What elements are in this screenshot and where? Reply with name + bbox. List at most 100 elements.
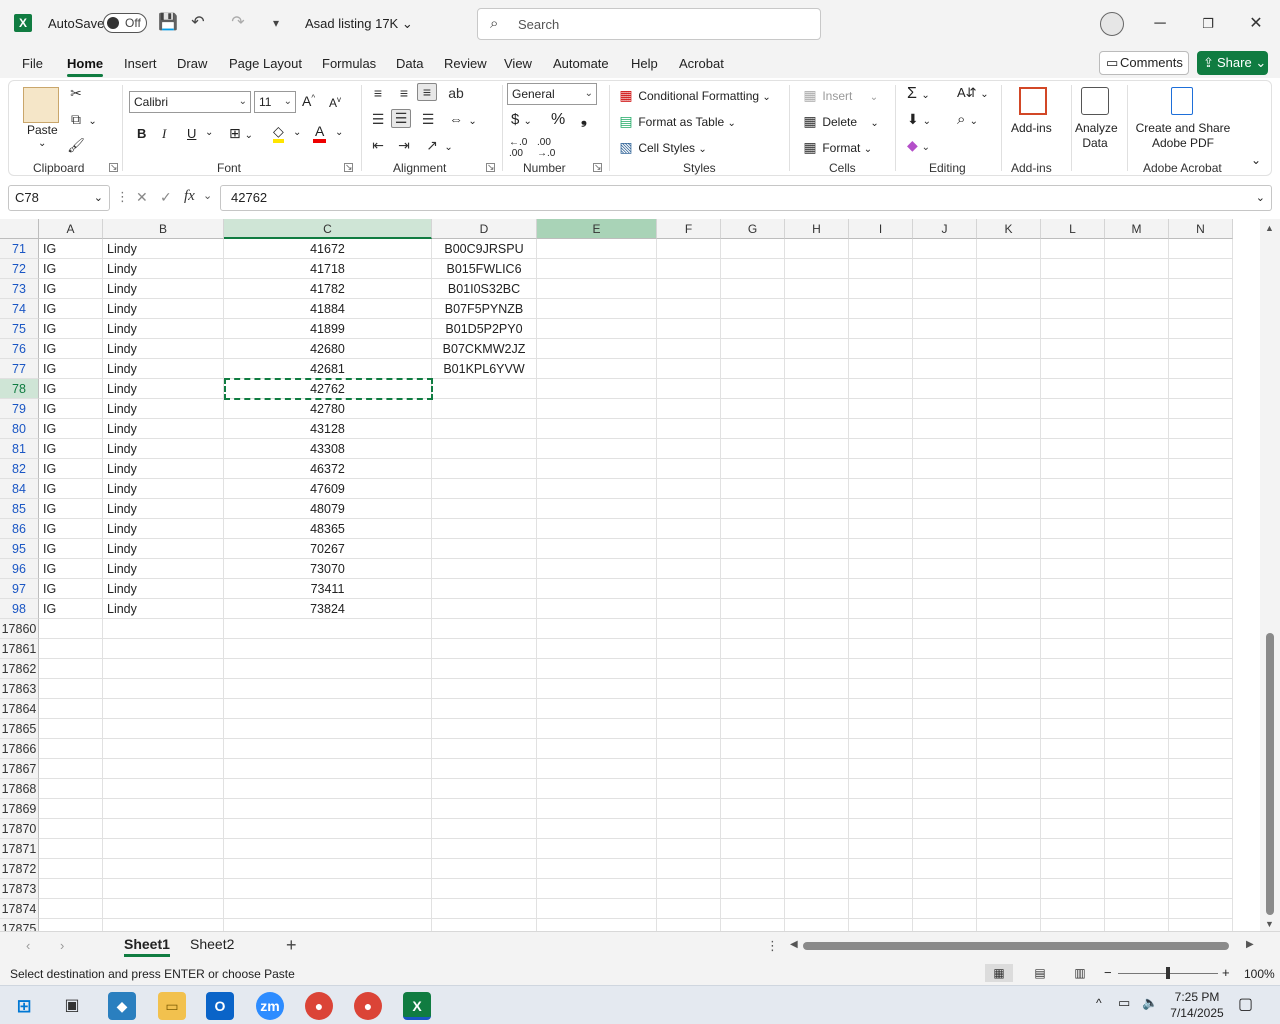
row-header[interactable]: 82: [0, 459, 39, 479]
comments-button[interactable]: ▭ Comments: [1099, 51, 1189, 75]
volume-icon[interactable]: 🔈: [1142, 995, 1158, 1011]
italic-button[interactable]: I: [162, 126, 166, 142]
cell-j[interactable]: [913, 699, 977, 719]
cell-h[interactable]: [785, 459, 849, 479]
cell-k[interactable]: [977, 439, 1041, 459]
cell-e[interactable]: [537, 299, 657, 319]
cell-d[interactable]: [432, 819, 537, 839]
cell-h[interactable]: [785, 499, 849, 519]
cell-l[interactable]: [1041, 419, 1105, 439]
cell-l[interactable]: [1041, 719, 1105, 739]
chevron-down-icon[interactable]: ⌄: [203, 189, 212, 202]
cell-j[interactable]: [913, 719, 977, 739]
cell-e[interactable]: [537, 479, 657, 499]
cell-i[interactable]: [849, 439, 913, 459]
paste-icon[interactable]: [23, 87, 59, 123]
chevron-down-icon[interactable]: ⌄: [335, 127, 343, 138]
cell-n[interactable]: [1169, 839, 1233, 859]
fill-icon[interactable]: ⬇ ⌄: [907, 111, 931, 128]
cell-m[interactable]: [1105, 839, 1169, 859]
cell-g[interactable]: [721, 279, 785, 299]
task-view-icon[interactable]: ▣: [58, 992, 86, 1020]
cell-l[interactable]: [1041, 579, 1105, 599]
cell-h[interactable]: [785, 339, 849, 359]
cell-g[interactable]: [721, 499, 785, 519]
cell-m[interactable]: [1105, 599, 1169, 619]
show-hidden-icons-icon[interactable]: ^: [1096, 996, 1102, 1010]
cell-k[interactable]: [977, 859, 1041, 879]
cell-f[interactable]: [657, 279, 721, 299]
name-box[interactable]: C78 ⌄: [8, 185, 110, 211]
customize-toolbar-icon[interactable]: ▾: [266, 13, 286, 33]
cell-e[interactable]: [537, 619, 657, 639]
cell-j[interactable]: [913, 819, 977, 839]
chevron-down-icon[interactable]: ⌄: [293, 127, 301, 138]
cell-b[interactable]: [103, 639, 224, 659]
cell-c[interactable]: [224, 779, 432, 799]
cell-h[interactable]: [785, 619, 849, 639]
cell-k[interactable]: [977, 239, 1041, 259]
zoom-in-icon[interactable]: +: [1222, 965, 1230, 980]
cell-m[interactable]: [1105, 459, 1169, 479]
cell-d[interactable]: [432, 639, 537, 659]
cell-c[interactable]: 47609: [224, 479, 432, 499]
cell-g[interactable]: [721, 599, 785, 619]
cell-k[interactable]: [977, 539, 1041, 559]
cell-i[interactable]: [849, 299, 913, 319]
cell-a[interactable]: IG: [39, 519, 103, 539]
row-header[interactable]: 76: [0, 339, 39, 359]
redo-icon[interactable]: ↷: [228, 13, 248, 33]
cell-g[interactable]: [721, 459, 785, 479]
cell-f[interactable]: [657, 719, 721, 739]
cell-a[interactable]: IG: [39, 339, 103, 359]
cell-l[interactable]: [1041, 859, 1105, 879]
cell-n[interactable]: [1169, 479, 1233, 499]
cell-g[interactable]: [721, 339, 785, 359]
tab-automate[interactable]: Automate: [553, 56, 609, 71]
cell-k[interactable]: [977, 839, 1041, 859]
zoom-app-icon[interactable]: zm: [256, 992, 284, 1020]
cell-f[interactable]: [657, 499, 721, 519]
cell-m[interactable]: [1105, 319, 1169, 339]
cell-c[interactable]: [224, 859, 432, 879]
cell-b[interactable]: Lindy: [103, 479, 224, 499]
cell-f[interactable]: [657, 919, 721, 931]
cell-g[interactable]: [721, 559, 785, 579]
cell-m[interactable]: [1105, 559, 1169, 579]
cell-g[interactable]: [721, 519, 785, 539]
cell-g[interactable]: [721, 679, 785, 699]
row-header[interactable]: 96: [0, 559, 39, 579]
cell-i[interactable]: [849, 699, 913, 719]
tab-help[interactable]: Help: [631, 56, 658, 71]
column-header-b[interactable]: B: [103, 219, 224, 239]
app-diamond-icon[interactable]: ◆: [108, 992, 136, 1020]
tab-data[interactable]: Data: [396, 56, 423, 71]
column-header-e[interactable]: E: [537, 219, 657, 239]
cell-j[interactable]: [913, 739, 977, 759]
cell-f[interactable]: [657, 899, 721, 919]
scroll-up-icon[interactable]: ▲: [1265, 223, 1274, 233]
cell-h[interactable]: [785, 679, 849, 699]
cut-icon[interactable]: ✂: [67, 85, 85, 102]
accounting-icon[interactable]: $ ⌄: [511, 111, 532, 128]
cell-i[interactable]: [849, 239, 913, 259]
cell-n[interactable]: [1169, 679, 1233, 699]
minimize-icon[interactable]: ─: [1148, 12, 1172, 36]
comma-style-icon[interactable]: ❟: [581, 111, 587, 128]
cell-j[interactable]: [913, 779, 977, 799]
cell-e[interactable]: [537, 799, 657, 819]
cell-g[interactable]: [721, 719, 785, 739]
cell-a[interactable]: IG: [39, 439, 103, 459]
cell-g[interactable]: [721, 739, 785, 759]
taskbar-clock[interactable]: 7:25 PM 7/14/2025: [1168, 989, 1226, 1021]
cell-m[interactable]: [1105, 659, 1169, 679]
cell-c[interactable]: 42680: [224, 339, 432, 359]
cell-a[interactable]: [39, 839, 103, 859]
spreadsheet-grid[interactable]: ABCDEFGHIJKLMN 71 IG Lindy 41672 B00C9JRSPU 7…: [0, 219, 1260, 931]
cell-j[interactable]: [913, 339, 977, 359]
increase-font-size-icon[interactable]: A^: [302, 93, 315, 109]
cell-a[interactable]: IG: [39, 279, 103, 299]
row-header[interactable]: 17865: [0, 719, 39, 739]
column-header-f[interactable]: F: [657, 219, 721, 239]
cell-m[interactable]: [1105, 299, 1169, 319]
